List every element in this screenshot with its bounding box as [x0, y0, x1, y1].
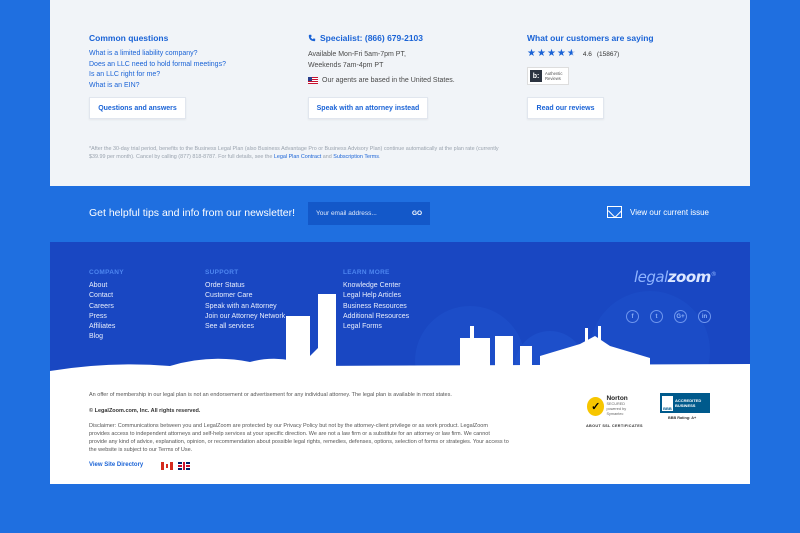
faq-link-ein[interactable]: What is an EIN? [89, 81, 226, 92]
norton-text: Norton SECURED powered by Symantec [606, 394, 641, 417]
footer-learn-heading: LEARN MORE [343, 269, 390, 276]
footer-link-affiliates[interactable]: Affiliates [89, 322, 124, 332]
reviews-title: What our customers are saying [527, 33, 654, 43]
current-issue-label: View our current issue [630, 207, 709, 217]
bbb-text: ACCREDITED BUSINESS [675, 398, 701, 408]
footer-link-additional-resources[interactable]: Additional Resources [343, 312, 409, 322]
questions-and-answers-button[interactable]: Questions and answers [89, 97, 186, 119]
bbb-business: BUSINESS [675, 403, 696, 408]
bazaarvoice-logo-icon: b: [530, 70, 542, 82]
phone-icon [308, 34, 316, 42]
footer-learn-column: LEARN MORE Knowledge Center Legal Help A… [343, 269, 409, 332]
bbb-torch-icon: BBB [662, 395, 673, 411]
star-rating: ★ ★ ★ ★ ★ 4.6 (15867) [527, 49, 654, 59]
page-container: Common questions What is a limited liabi… [50, 0, 750, 484]
site-directory-link[interactable]: View Site Directory [89, 462, 143, 468]
specialist-location: Our agents are based in the United State… [308, 75, 455, 86]
google-plus-icon[interactable]: G+ [674, 310, 687, 323]
footer-support-heading: SUPPORT [205, 269, 239, 276]
faq-link-llc[interactable]: What is a limited liability company? [89, 49, 226, 60]
authentic-reviews-badge[interactable]: b: Authentic Reviews [527, 67, 569, 85]
footer-nav: COMPANY About Contact Careers Press Affi… [50, 242, 750, 376]
uk-flag-icon[interactable] [178, 462, 190, 470]
norton-secured-badge[interactable]: ✓ Norton SECURED powered by Symantec [587, 392, 641, 420]
footer-link-contact[interactable]: Contact [89, 291, 124, 301]
trial-fineprint: *After the 30-day trial period, benefits… [89, 145, 509, 161]
footer-link-blog[interactable]: Blog [89, 332, 124, 342]
twitter-icon[interactable]: t [650, 310, 663, 323]
logo-bold: zoom [667, 268, 711, 286]
star-half-icon: ★ [566, 48, 576, 59]
canada-flag-icon[interactable] [161, 462, 173, 470]
norton-name: Norton [606, 394, 628, 402]
star-icon: ★ [527, 48, 536, 59]
review-count: (15867) [596, 50, 620, 58]
footer-link-legal-help[interactable]: Legal Help Articles [343, 291, 409, 301]
ssl-certificates-link[interactable]: ABOUT SSL CERTIFICATES [586, 424, 643, 428]
envelope-open-icon [607, 206, 622, 218]
bbb-accredited-badge[interactable]: BBB ACCREDITED BUSINESS [660, 393, 710, 413]
legal-section: An offer of membership in our legal plan… [50, 376, 750, 484]
footer-link-legal-forms[interactable]: Legal Forms [343, 322, 409, 332]
specialist-column: Specialist: (866) 679-2103 Available Mon… [308, 33, 455, 86]
facebook-icon[interactable]: f [626, 310, 639, 323]
help-section: Common questions What is a limited liabi… [50, 0, 750, 186]
logo-light: legal [634, 268, 668, 286]
fineprint-and: and [321, 154, 334, 160]
footer-link-customer-care[interactable]: Customer Care [205, 291, 285, 301]
speak-with-attorney-button[interactable]: Speak with an attorney instead [308, 97, 428, 119]
specialist-hours-weekend: Weekends 7am-4pm PT [308, 62, 384, 69]
star-icon: ★ [536, 48, 546, 59]
footer-link-knowledge-center[interactable]: Knowledge Center [343, 281, 409, 291]
fineprint-end: . [379, 154, 381, 160]
common-questions-title: Common questions [89, 33, 169, 43]
footer-link-speak-attorney[interactable]: Speak with an Attorney [205, 302, 285, 312]
current-issue-link[interactable]: View our current issue [607, 206, 709, 218]
faq-link-meetings[interactable]: Does an LLC need to hold formal meetings… [89, 60, 226, 71]
footer-link-attorney-network[interactable]: Join our Attorney Network [205, 312, 285, 322]
footer-company-column: COMPANY About Contact Careers Press Affi… [89, 269, 124, 343]
logo-registered-mark: ® [710, 271, 717, 278]
footer-support-column: SUPPORT Order Status Customer Care Speak… [205, 269, 285, 332]
newsletter-bar: Get helpful tips and info from our newsl… [50, 186, 750, 242]
email-input[interactable] [308, 210, 404, 217]
star-icon: ★ [556, 48, 566, 59]
bbb-rating: BBB Rating: A+ [668, 416, 697, 420]
footer-link-about[interactable]: About [89, 281, 124, 291]
specialist-location-text: Our agents are based in the United State… [322, 77, 455, 84]
specialist-hours-weekday: Available Mon-Fri 5am-7pm PT, [308, 51, 406, 58]
us-flag-icon [308, 76, 318, 84]
badge-text: Authentic Reviews [545, 71, 562, 81]
newsletter-form: GO [308, 202, 430, 225]
specialist-title[interactable]: Specialist: (866) 679-2103 [308, 33, 455, 43]
star-icon: ★ [546, 48, 556, 59]
rating-value: 4.6 [582, 50, 592, 58]
footer-company-heading: COMPANY [89, 269, 124, 276]
footer-link-all-services[interactable]: See all services [205, 322, 285, 332]
legal-plan-contract-link[interactable]: Legal Plan Contract [274, 154, 321, 160]
subscription-terms-link[interactable]: Subscription Terms [333, 154, 379, 160]
footer-link-press[interactable]: Press [89, 312, 124, 322]
norton-by: powered by Symantec [606, 406, 627, 416]
newsletter-heading: Get helpful tips and info from our newsl… [89, 207, 296, 219]
footer-link-order-status[interactable]: Order Status [205, 281, 285, 291]
read-reviews-button[interactable]: Read our reviews [527, 97, 604, 119]
membership-notice: An offer of membership in our legal plan… [89, 392, 452, 398]
checkmark-icon: ✓ [587, 396, 605, 416]
badge-text-line2: Reviews [545, 76, 561, 81]
disclaimer: Disclaimer: Communications between you a… [89, 423, 509, 453]
reviews-column: What our customers are saying ★ ★ ★ ★ ★ … [527, 33, 654, 59]
footer-link-careers[interactable]: Careers [89, 302, 124, 312]
common-questions-column: Common questions What is a limited liabi… [89, 33, 226, 91]
specialist-phone: Specialist: (866) 679-2103 [320, 33, 424, 43]
footer-link-business-resources[interactable]: Business Resources [343, 302, 409, 312]
faq-link-llc-right[interactable]: Is an LLC right for me? [89, 70, 226, 81]
copyright: © LegalZoom.com, Inc. All rights reserve… [89, 408, 201, 414]
linkedin-icon[interactable]: in [698, 310, 711, 323]
legalzoom-logo[interactable]: legalzoom® [634, 268, 717, 286]
newsletter-go-button[interactable]: GO [404, 202, 430, 225]
